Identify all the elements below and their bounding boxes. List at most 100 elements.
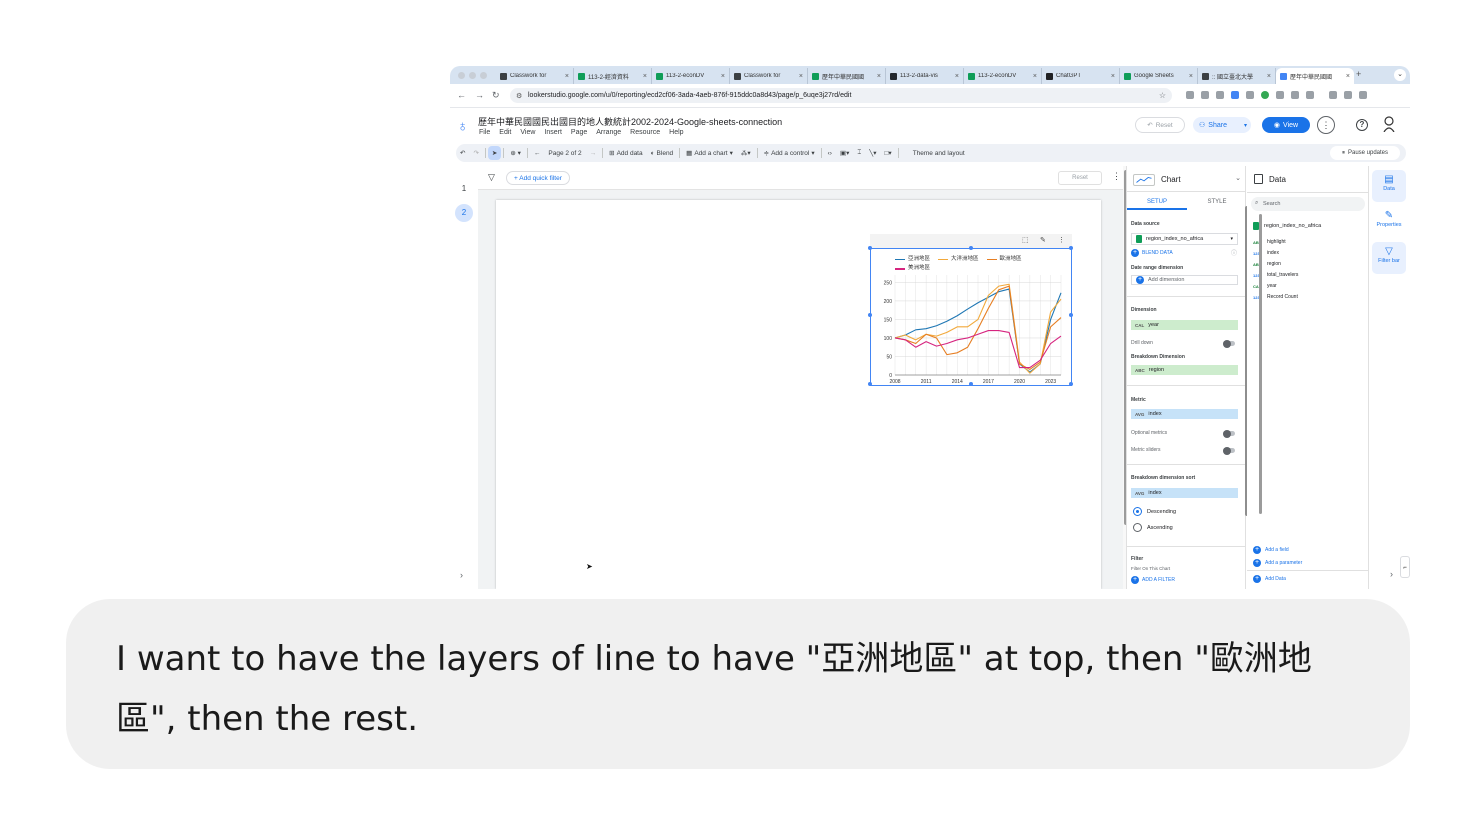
close-tab-icon[interactable]: × <box>643 73 647 80</box>
data-panel-scrollbar[interactable] <box>1259 214 1262 514</box>
resize-handle[interactable] <box>1069 382 1073 386</box>
dimension-chip[interactable]: CAL year <box>1131 320 1238 330</box>
browser-tab[interactable]: Classwork for × <box>496 68 574 84</box>
menu-insert[interactable]: Insert <box>544 129 562 136</box>
resize-handle[interactable] <box>969 382 973 386</box>
browser-tab[interactable]: 113-2-econDV × <box>964 68 1042 84</box>
tab-setup[interactable]: SETUP <box>1127 194 1187 210</box>
add-quick-filter-button[interactable]: + Add quick filter <box>506 171 570 185</box>
browser-tab[interactable]: 113-2-經濟資料 × <box>574 68 652 84</box>
close-tab-icon[interactable]: × <box>1033 73 1037 80</box>
descending-radio[interactable]: Descending <box>1133 507 1176 516</box>
site-info-icon[interactable]: ⚙ <box>516 92 522 100</box>
forward-icon[interactable]: → <box>475 90 484 100</box>
minimize-window-icon[interactable] <box>469 72 476 79</box>
ascending-radio[interactable]: Ascending <box>1133 523 1173 532</box>
tab-search-icon[interactable]: ⌄ <box>1394 69 1406 81</box>
zoom-icon[interactable]: ⊕ ▾ <box>506 149 525 157</box>
image-icon[interactable]: ▣▾ <box>836 149 853 157</box>
reload-icon[interactable]: ↻ <box>492 90 500 101</box>
add-chart-button[interactable]: ▦ Add a chart ▾ <box>682 149 737 158</box>
breakdown-dimension-chip[interactable]: ABC region <box>1131 365 1238 375</box>
resize-handle[interactable] <box>1069 313 1073 317</box>
add-data-button[interactable]: + Add Data <box>1253 575 1286 583</box>
close-tab-icon[interactable]: × <box>1346 73 1350 80</box>
extension-icon[interactable] <box>1186 91 1194 99</box>
add-data-button[interactable]: ⊞ Add data <box>605 149 646 158</box>
close-tab-icon[interactable]: × <box>1267 73 1271 80</box>
new-tab-button[interactable]: + <box>1356 69 1361 79</box>
add-control-button[interactable]: ≑ Add a control ▾ <box>760 149 819 158</box>
add-field-button[interactable]: + Add a field <box>1253 546 1289 554</box>
blend-button[interactable]: ◐ Blend <box>647 150 678 157</box>
resize-handle[interactable] <box>969 246 973 250</box>
close-tab-icon[interactable]: × <box>1189 73 1193 80</box>
next-page-icon[interactable]: → <box>586 150 601 157</box>
browser-tab[interactable]: 113-2-econDV × <box>652 68 730 84</box>
close-tab-icon[interactable]: × <box>799 73 803 80</box>
reset-button[interactable]: ↶ Reset <box>1135 117 1185 133</box>
community-viz-icon[interactable]: ⁂▾ <box>737 149 755 157</box>
drill-down-toggle[interactable] <box>1223 339 1235 348</box>
blend-data-button[interactable]: + BLEND DATA <box>1131 249 1173 257</box>
chart-body[interactable]: 亞洲地區 大洋洲地區 歐洲地區 美洲地區 0 50 100 150 200 250 2008 201… <box>868 246 1073 386</box>
menu-resource[interactable]: Resource <box>630 129 660 136</box>
resize-handle[interactable] <box>1069 246 1073 250</box>
rail-data-button[interactable]: ▤ Data <box>1372 170 1406 202</box>
close-tab-icon[interactable]: × <box>565 73 569 80</box>
help-icon[interactable]: ⓘ <box>1231 248 1237 257</box>
add-parameter-button[interactable]: + Add a parameter <box>1253 559 1302 567</box>
resize-handle[interactable] <box>868 246 872 250</box>
rail-properties-button[interactable]: ✎ Properties <box>1372 206 1406 238</box>
embed-code-icon[interactable]: ‹› <box>824 150 836 157</box>
more-options-icon[interactable]: ⋮ <box>1317 116 1335 134</box>
browser-tab[interactable]: Classwork for × <box>730 68 808 84</box>
add-dimension-button[interactable]: + Add dimension <box>1131 275 1238 285</box>
metric-sliders-toggle[interactable] <box>1223 446 1235 455</box>
maximize-window-icon[interactable] <box>480 72 487 79</box>
resize-handle[interactable] <box>868 382 872 386</box>
filter-icon[interactable]: ▽ <box>488 172 495 183</box>
extension-icon[interactable] <box>1306 91 1314 99</box>
time-series-chart[interactable]: ⬚ ✎ ⋮ 亞洲地區 大洋洲地區 歐洲地區 美洲地區 0 50 100 150 200 250 2… <box>868 234 1073 386</box>
back-icon[interactable]: ← <box>457 90 466 100</box>
extension-icon[interactable] <box>1291 91 1299 99</box>
chart-type-selector[interactable]: Chart ⌄ <box>1127 166 1245 192</box>
browser-tab[interactable]: 113-2-data-vis × <box>886 68 964 84</box>
data-field-item[interactable]: 123 index <box>1253 250 1279 256</box>
rail-side-tool-icon[interactable]: ⌐ <box>1400 556 1410 578</box>
report-title[interactable]: 歷年中華民國國民出國目的地人數統計2002-2024-Google-sheets… <box>478 115 782 128</box>
close-tab-icon[interactable]: × <box>877 73 881 80</box>
select-pointer-icon[interactable]: ➤ <box>487 146 502 160</box>
redo-icon[interactable]: ↷ <box>469 149 482 157</box>
canvas-more-icon[interactable]: ⋮ <box>1112 171 1121 182</box>
prev-page-icon[interactable]: ← <box>530 150 545 157</box>
shape-icon[interactable]: □▾ <box>880 149 895 157</box>
browser-menu-icon[interactable] <box>1359 91 1367 99</box>
menu-arrange[interactable]: Arrange <box>596 129 621 136</box>
close-tab-icon[interactable]: × <box>955 73 959 80</box>
close-tab-icon[interactable]: × <box>1111 73 1115 80</box>
profile-icon[interactable] <box>1344 91 1352 99</box>
bookmark-star-icon[interactable]: ☆ <box>1159 91 1166 100</box>
url-bar[interactable]: ⚙ lookerstudio.google.com/u/0/reporting/… <box>510 88 1172 103</box>
download-icon[interactable] <box>1329 91 1337 99</box>
resize-handle[interactable] <box>868 313 872 317</box>
breakdown-sort-chip[interactable]: AVG index <box>1131 488 1238 498</box>
data-source-item[interactable]: region_index_no_africa <box>1253 222 1321 230</box>
menu-help[interactable]: Help <box>669 129 683 136</box>
undo-icon[interactable]: ↶ <box>456 149 469 157</box>
page-1-item[interactable]: 1 <box>455 180 473 198</box>
rail-filter-bar-button[interactable]: ▽ Filter bar <box>1372 242 1406 274</box>
data-field-item[interactable]: CAL year <box>1253 283 1277 289</box>
menu-view[interactable]: View <box>520 129 535 136</box>
browser-tab[interactable]: 歷年中華民國國 × <box>808 68 886 84</box>
share-dropdown-icon[interactable]: ▾ <box>1244 122 1247 129</box>
close-window-icon[interactable] <box>458 72 465 79</box>
browser-tab[interactable]: 歷年中華民國國 × <box>1276 68 1354 84</box>
extension-icon[interactable] <box>1216 91 1224 99</box>
browser-tab[interactable]: :: 國立臺北大學 × <box>1198 68 1276 84</box>
chart-expand-icon[interactable]: ⬚ <box>1022 236 1029 244</box>
page-indicator[interactable]: Page 2 of 2 <box>544 150 585 157</box>
line-icon[interactable]: ╲▾ <box>865 149 880 157</box>
